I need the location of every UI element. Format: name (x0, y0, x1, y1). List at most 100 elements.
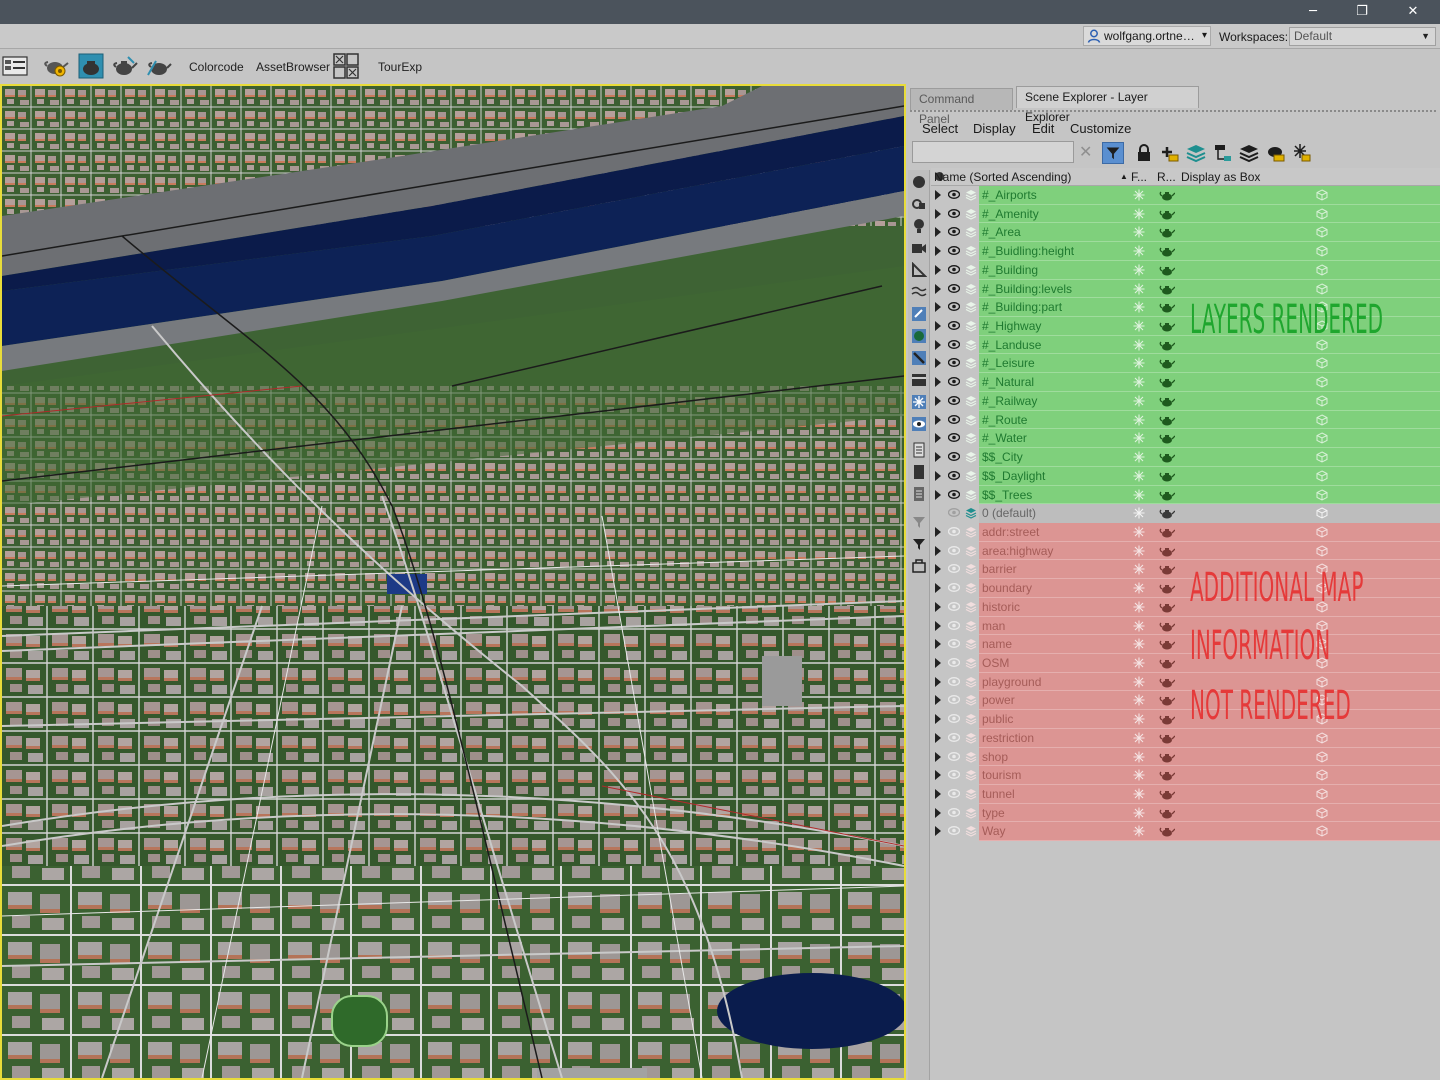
eye-icon[interactable] (948, 414, 960, 424)
box-display-icon[interactable] (1316, 751, 1328, 763)
hierarchy-icon[interactable] (1212, 142, 1234, 164)
box-display-icon[interactable] (1316, 226, 1328, 238)
teapot-icon[interactable] (1159, 602, 1175, 613)
teapot-icon[interactable] (1159, 621, 1175, 632)
layer-row[interactable]: boundary (931, 579, 1440, 598)
user-account-dropdown[interactable]: wolfgang.ortne… ▾ (1083, 26, 1211, 46)
expand-arrow-icon[interactable] (935, 620, 941, 631)
box-display-icon[interactable] (1316, 357, 1328, 370)
snowflake-icon[interactable] (1133, 638, 1145, 650)
teapot-icon[interactable] (1159, 490, 1175, 501)
menu-edit[interactable]: Edit (1032, 121, 1054, 136)
layer-row[interactable]: Way (931, 822, 1440, 842)
eye-icon[interactable] (948, 508, 960, 518)
layer-row[interactable]: #_Amenity (931, 204, 1440, 224)
none-filter-icon[interactable] (911, 464, 927, 480)
expand-arrow-icon[interactable] (935, 264, 941, 275)
teapot-icon[interactable] (1159, 826, 1175, 837)
layer-row[interactable]: 0 (default) (931, 504, 1440, 523)
hidden-filter-icon[interactable] (911, 416, 927, 432)
box-display-icon[interactable] (1316, 769, 1328, 781)
spacewarp-filter-icon[interactable] (911, 284, 927, 300)
expand-arrow-icon[interactable] (935, 526, 941, 537)
hidden-eye-icon[interactable] (948, 695, 960, 705)
snowflake-icon[interactable] (1133, 601, 1145, 613)
light-filter-icon[interactable] (911, 218, 927, 234)
expand-arrow-icon[interactable] (935, 826, 941, 837)
expand-arrow-icon[interactable] (935, 639, 941, 650)
layer-row[interactable]: #_Route (931, 410, 1440, 430)
layer-row[interactable]: #_Buidling:height (931, 242, 1440, 261)
all-filter-icon[interactable] (911, 442, 927, 458)
layer-row[interactable]: $$_City (931, 448, 1440, 467)
hidden-eye-icon[interactable] (948, 658, 960, 667)
teapot-icon[interactable] (1159, 433, 1175, 444)
script-grid-icon[interactable] (333, 53, 359, 79)
snowflake-icon[interactable] (1133, 189, 1145, 201)
box-display-icon[interactable] (1316, 825, 1328, 838)
expand-arrow-icon[interactable] (935, 246, 941, 257)
eye-icon[interactable] (948, 339, 960, 349)
teapot-icon[interactable] (1159, 789, 1175, 800)
snowflake-icon[interactable] (1133, 676, 1145, 688)
minimize-button[interactable]: ─ (1290, 0, 1336, 24)
teapot-icon[interactable] (1159, 321, 1175, 332)
invert-filter-icon[interactable] (911, 486, 927, 502)
hidden-eye-icon[interactable] (948, 714, 960, 724)
layer-row[interactable]: #_Area (931, 223, 1440, 243)
box-display-icon[interactable] (1316, 414, 1328, 426)
eye-icon[interactable] (948, 433, 960, 443)
teapot-icon[interactable] (1159, 340, 1175, 351)
menu-customize[interactable]: Customize (1070, 121, 1131, 136)
expand-arrow-icon[interactable] (935, 583, 941, 594)
box-display-icon[interactable] (1316, 432, 1328, 444)
box-display-icon[interactable] (1316, 488, 1328, 501)
teapot-icon[interactable] (1159, 752, 1175, 763)
display-as-box-column-header[interactable]: Display as Box (1181, 170, 1260, 184)
layer-row[interactable]: OSM (931, 654, 1440, 673)
layer-row[interactable]: man (931, 616, 1440, 636)
eye-icon[interactable] (948, 489, 960, 499)
snowflake-icon[interactable] (1133, 357, 1145, 369)
snowflake-icon[interactable] (1133, 320, 1145, 332)
expand-arrow-icon[interactable] (935, 545, 941, 556)
tab-command-panel[interactable]: Command Panel (910, 88, 1013, 126)
expand-arrow-icon[interactable] (935, 751, 941, 762)
expand-arrow-icon[interactable] (935, 452, 941, 463)
eye-icon[interactable] (948, 321, 960, 330)
container-toggle-icon[interactable] (911, 558, 927, 574)
snowflake-icon[interactable] (1133, 264, 1145, 276)
viewport-perspective[interactable] (0, 84, 906, 1080)
snowflake-icon[interactable] (1133, 751, 1145, 763)
eye-icon[interactable] (948, 302, 960, 312)
expand-arrow-icon[interactable] (935, 414, 941, 425)
menu-select[interactable]: Select (922, 121, 958, 136)
expand-arrow-icon[interactable] (935, 695, 941, 706)
teapot-icon[interactable] (1159, 770, 1175, 781)
layer-row[interactable]: tunnel (931, 785, 1440, 804)
layer-row[interactable]: #_Railway (931, 391, 1440, 411)
box-display-icon[interactable] (1316, 245, 1328, 257)
box-display-icon[interactable] (1316, 807, 1328, 819)
expand-arrow-icon[interactable] (935, 470, 941, 481)
layer-row[interactable]: #_Building (931, 260, 1440, 280)
teapot-icon[interactable] (1159, 246, 1175, 257)
teapot-icon[interactable] (1159, 358, 1175, 369)
teapot-icon[interactable] (1159, 377, 1175, 388)
layer-row[interactable]: #_Natural (931, 373, 1440, 392)
snowflake-icon[interactable] (1133, 339, 1145, 351)
layer-row[interactable]: power (931, 691, 1440, 711)
lock-icon[interactable] (1133, 142, 1155, 164)
snowflake-icon[interactable] (1133, 657, 1145, 669)
eye-icon[interactable] (948, 395, 960, 405)
tourexp-button[interactable]: TourExp (378, 60, 422, 74)
render-icon[interactable] (112, 53, 138, 79)
box-display-icon[interactable] (1316, 470, 1328, 482)
renderable-column-header[interactable]: R... (1157, 170, 1176, 184)
hidden-eye-icon[interactable] (948, 789, 960, 798)
render-setup-icon[interactable] (44, 53, 70, 79)
layer-row[interactable]: public (931, 710, 1440, 729)
expand-arrow-icon[interactable] (935, 676, 941, 687)
expand-arrow-icon[interactable] (935, 433, 941, 444)
teapot-icon[interactable] (1159, 695, 1175, 706)
